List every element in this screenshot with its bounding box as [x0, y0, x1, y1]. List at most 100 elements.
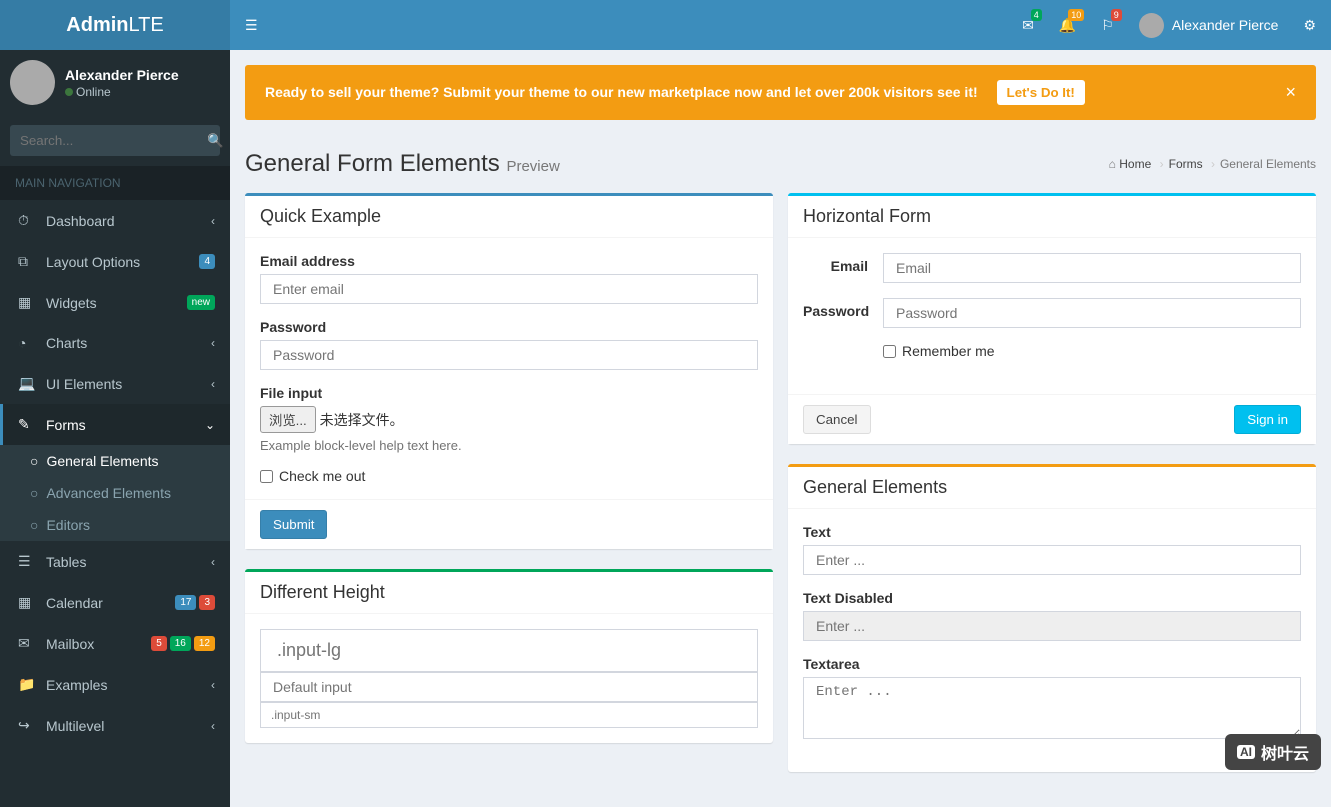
user-status[interactable]: Online	[65, 85, 111, 99]
sidebar-toggle[interactable]: ☰	[245, 17, 258, 33]
badge: new	[187, 295, 215, 310]
folder-icon: 📁	[18, 676, 38, 693]
envelope-icon: ✉	[18, 635, 38, 652]
sidebar-item-multilevel[interactable]: ↪Multilevel‹	[0, 705, 230, 746]
cancel-button[interactable]: Cancel	[803, 405, 871, 434]
help-text: Example block-level help text here.	[260, 438, 758, 453]
input-lg[interactable]	[260, 629, 758, 672]
sidebar-sub-general[interactable]: ○General Elements	[0, 445, 230, 477]
sidebar-sub-advanced[interactable]: ○Advanced Elements	[0, 477, 230, 509]
password-label: Password	[260, 319, 758, 335]
breadcrumb-home[interactable]: Home	[1119, 157, 1151, 171]
email-input[interactable]	[260, 274, 758, 304]
dashboard-icon: ⏱	[18, 212, 38, 229]
chevron-left-icon: ‹	[211, 678, 215, 692]
avatar	[1139, 13, 1164, 38]
horiz-password-input[interactable]	[883, 298, 1301, 328]
page-title: General Form Elements Preview	[245, 150, 560, 178]
file-label: File input	[260, 385, 758, 401]
share-icon: ↪	[18, 717, 38, 734]
file-browse-button[interactable]: 浏览...	[260, 406, 316, 433]
files-icon: ⧉	[18, 253, 38, 270]
box-quick-example: Quick Example Email address Password Fil…	[245, 193, 773, 549]
password-label: Password	[803, 303, 883, 319]
sidebar-item-widgets[interactable]: ▦Widgetsnew	[0, 282, 230, 323]
sidebar-item-mailbox[interactable]: ✉Mailbox51612	[0, 623, 230, 664]
sidebar: AdminLTE Alexander Pierce Online 🔍 MAIN …	[0, 0, 230, 807]
sidebar-item-ui[interactable]: 💻UI Elements‹	[0, 363, 230, 404]
breadcrumb: ⌂ Home ›Forms ›General Elements	[1109, 157, 1316, 171]
textarea-label: Textarea	[803, 656, 1301, 672]
alert-banner: Ready to sell your theme? Submit your th…	[245, 65, 1316, 120]
sidebar-item-examples[interactable]: 📁Examples‹	[0, 664, 230, 705]
chevron-left-icon: ‹	[211, 336, 215, 350]
grid-icon: ▦	[18, 294, 38, 311]
horiz-email-input[interactable]	[883, 253, 1301, 283]
remember-label[interactable]: Remember me	[883, 343, 1301, 359]
box-title: Different Height	[260, 582, 758, 603]
alert-close-button[interactable]: ×	[1285, 82, 1296, 103]
sidebar-item-charts[interactable]: ◔Charts‹	[0, 323, 230, 363]
search-form: 🔍	[10, 125, 220, 156]
box-title: Horizontal Form	[803, 206, 1301, 227]
badge: 10	[1068, 9, 1084, 21]
home-icon: ⌂	[1109, 157, 1116, 171]
badge: 3	[199, 595, 215, 610]
signin-button[interactable]: Sign in	[1234, 405, 1301, 434]
sidebar-item-forms[interactable]: ✎Forms⌄	[0, 404, 230, 445]
text-disabled-input	[803, 611, 1301, 641]
nav-header: MAIN NAVIGATION	[0, 166, 230, 200]
chevron-left-icon: ‹	[211, 214, 215, 228]
laptop-icon: 💻	[18, 375, 38, 392]
box-title: General Elements	[803, 477, 1301, 498]
chevron-left-icon: ‹	[211, 719, 215, 733]
nav-settings[interactable]: ⚙	[1303, 17, 1316, 34]
watermark: AI树叶云	[1225, 734, 1321, 770]
input-sm[interactable]	[260, 702, 758, 728]
search-input[interactable]	[10, 125, 207, 156]
breadcrumb-forms[interactable]: Forms	[1169, 157, 1203, 171]
circle-icon: ○	[30, 517, 38, 533]
textarea-input[interactable]	[803, 677, 1301, 739]
box-horizontal-form: Horizontal Form Email Password Remem	[788, 193, 1316, 444]
badge: 12	[194, 636, 215, 651]
pie-icon: ◔	[18, 335, 38, 351]
alert-cta-button[interactable]: Let's Do It!	[997, 80, 1085, 105]
file-status: 未选择文件。	[320, 412, 404, 428]
remember-checkbox[interactable]	[883, 345, 896, 358]
nav-tasks[interactable]: ⚐9	[1101, 17, 1114, 34]
sidebar-item-dashboard[interactable]: ⏱Dashboard‹	[0, 200, 230, 241]
top-navbar: ☰ ✉4 🔔10 ⚐9 Alexander Pierce ⚙	[230, 0, 1331, 50]
text-disabled-label: Text Disabled	[803, 590, 1301, 606]
calendar-icon: ▦	[18, 594, 38, 611]
email-label: Email address	[260, 253, 758, 269]
nav-user[interactable]: Alexander Pierce	[1139, 13, 1279, 38]
check-me-out[interactable]	[260, 470, 273, 483]
logo[interactable]: AdminLTE	[0, 0, 230, 50]
badge: 5	[151, 636, 167, 651]
content-header: General Form Elements Preview ⌂ Home ›Fo…	[230, 135, 1331, 193]
avatar	[10, 60, 55, 105]
checkbox-label[interactable]: Check me out	[260, 468, 758, 484]
submit-button[interactable]: Submit	[260, 510, 327, 539]
sidebar-sub-editors[interactable]: ○Editors	[0, 509, 230, 541]
badge: 4	[199, 254, 215, 269]
password-input[interactable]	[260, 340, 758, 370]
circle-icon: ○	[30, 485, 38, 501]
search-icon: 🔍	[207, 133, 224, 148]
input-default[interactable]	[260, 672, 758, 702]
sidebar-item-calendar[interactable]: ▦Calendar173	[0, 582, 230, 623]
search-button[interactable]: 🔍	[207, 125, 224, 156]
text-input[interactable]	[803, 545, 1301, 575]
breadcrumb-current: General Elements	[1220, 157, 1316, 171]
sidebar-item-layout[interactable]: ⧉Layout Options4	[0, 241, 230, 282]
table-icon: ☰	[18, 553, 38, 570]
badge: 4	[1031, 9, 1042, 21]
alert-message: Ready to sell your theme? Submit your th…	[265, 84, 978, 100]
sidebar-item-tables[interactable]: ☰Tables‹	[0, 541, 230, 582]
nav-notifications[interactable]: 🔔10	[1059, 17, 1076, 34]
text-label: Text	[803, 524, 1301, 540]
box-title: Quick Example	[260, 206, 758, 227]
chevron-left-icon: ‹	[211, 377, 215, 391]
nav-messages[interactable]: ✉4	[1022, 17, 1034, 34]
